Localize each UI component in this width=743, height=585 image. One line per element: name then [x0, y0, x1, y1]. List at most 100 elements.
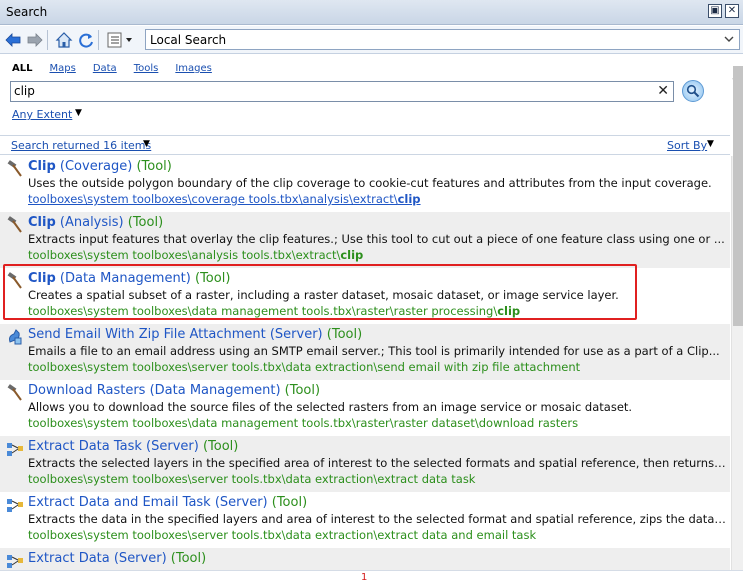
result-path[interactable]: toolboxes\system toolboxes\coverage tool… — [28, 192, 421, 206]
window-title: Search — [6, 5, 48, 19]
result-path-keyword: clip — [497, 304, 521, 318]
result-title-text: Extract Data and Email Task (Server) — [28, 495, 268, 510]
result-path: toolboxes\system toolboxes\analysis tool… — [28, 248, 363, 262]
result-title[interactable]: Clip (Coverage) (Tool) — [28, 159, 172, 174]
result-title-text: (Data Management) — [55, 271, 191, 286]
result-path-keyword: clip — [397, 192, 421, 206]
toolbar: Local Search — [0, 26, 743, 54]
result-type: (Tool) — [132, 159, 172, 174]
search-button[interactable] — [682, 80, 704, 102]
result-title-keyword: Clip — [28, 215, 56, 230]
footer: 1 — [0, 570, 743, 585]
result-title[interactable]: Download Rasters (Data Management) (Tool… — [28, 383, 320, 398]
scrollbar-thumb[interactable] — [733, 66, 743, 326]
search-tabs: ALL Maps Data Tools Images — [12, 63, 229, 74]
result-path: toolboxes\system toolboxes\server tools.… — [28, 472, 475, 486]
page-number: 1 — [361, 572, 368, 583]
results-count-link[interactable]: Search returned 16 items — [11, 139, 151, 152]
title-bar: Search ▣ ✕ — [0, 0, 743, 25]
server-tool-icon — [6, 328, 24, 346]
result-item[interactable]: Extract Data (Server) (Tool) — [0, 548, 730, 570]
result-item[interactable]: Extract Data Task (Server) (Tool) Extract… — [0, 436, 730, 492]
result-title[interactable]: Send Email With Zip File Attachment (Ser… — [28, 327, 362, 342]
result-item[interactable]: Send Email With Zip File Attachment (Ser… — [0, 324, 730, 380]
result-path-text: toolboxes\system toolboxes\server tools.… — [28, 360, 581, 374]
result-type: (Tool) — [280, 383, 321, 398]
chevron-down-icon — [723, 33, 735, 48]
refresh-icon[interactable] — [77, 31, 95, 49]
result-path-text: toolboxes\system toolboxes\data manageme… — [28, 304, 498, 318]
result-title[interactable]: Extract Data and Email Task (Server) (To… — [28, 495, 307, 510]
hammer-icon — [6, 216, 24, 234]
result-description: Creates a spatial subset of a raster, in… — [28, 288, 619, 302]
forward-arrow-icon[interactable] — [26, 31, 44, 49]
results-list: Clip (Coverage) (Tool) Uses the outside p… — [0, 156, 730, 570]
result-path-text: toolboxes\system toolboxes\analysis tool… — [28, 248, 341, 262]
result-title[interactable]: Clip (Analysis) (Tool) — [28, 215, 163, 230]
result-path-text: toolboxes\system toolboxes\server tools.… — [28, 472, 476, 486]
tab-data[interactable]: Data — [93, 63, 117, 74]
options-list-icon[interactable] — [106, 31, 136, 49]
hammer-icon — [6, 272, 24, 290]
hammer-icon — [6, 160, 24, 178]
extent-link[interactable]: Any Extent — [12, 108, 72, 121]
result-title-text: (Coverage) — [55, 159, 133, 174]
auto-hide-icon[interactable]: ▣ — [708, 4, 722, 18]
result-title[interactable]: Extract Data Task (Server) (Tool) — [28, 439, 238, 454]
result-description: Emails a file to an email address using … — [28, 344, 720, 358]
result-title-text: Extract Data Task (Server) — [28, 439, 199, 454]
result-item[interactable]: Clip (Coverage) (Tool) Uses the outside p… — [0, 156, 730, 212]
result-description: Uses the outside polygon boundary of the… — [28, 176, 712, 190]
extent-dropdown-icon[interactable]: ▼ — [75, 108, 82, 118]
result-title-text: (Analysis) — [55, 215, 124, 230]
result-description: Allows you to download the source files … — [28, 400, 633, 414]
result-title-text: Send Email With Zip File Attachment (Ser… — [28, 327, 323, 342]
back-arrow-icon[interactable] — [4, 31, 22, 49]
vertical-scrollbar[interactable] — [731, 66, 743, 570]
result-type: (Tool) — [322, 327, 363, 342]
result-item[interactable]: Download Rasters (Data Management) (Tool… — [0, 380, 730, 436]
tab-images[interactable]: Images — [175, 63, 212, 74]
result-path: toolboxes\system toolboxes\server tools.… — [28, 528, 536, 542]
result-title[interactable]: Clip (Data Management) (Tool) — [28, 271, 230, 286]
result-title-keyword: Clip — [28, 159, 56, 174]
search-panel: ALL Maps Data Tools Images ▲ clip ✕ Any … — [0, 55, 743, 135]
model-icon — [6, 496, 24, 514]
result-description: Extracts input features that overlay the… — [28, 232, 725, 246]
result-description: Extracts the selected layers in the spec… — [28, 456, 726, 470]
search-input-value: clip — [14, 84, 35, 98]
result-type: (Tool) — [166, 551, 207, 566]
result-type: (Tool) — [198, 439, 239, 454]
result-description: Extracts the data in the specified layer… — [28, 512, 726, 526]
result-item[interactable]: Clip (Analysis) (Tool) Extracts input fea… — [0, 212, 730, 268]
result-path-keyword: clip — [340, 248, 364, 262]
tab-maps[interactable]: Maps — [49, 63, 75, 74]
model-icon — [6, 440, 24, 458]
close-icon[interactable]: ✕ — [725, 4, 739, 18]
result-item[interactable]: Extract Data and Email Task (Server) (To… — [0, 492, 730, 548]
result-path: toolboxes\system toolboxes\data manageme… — [28, 304, 520, 318]
sort-by-dropdown-icon[interactable]: ▼ — [707, 139, 714, 149]
result-type: (Tool) — [123, 215, 164, 230]
tab-tools[interactable]: Tools — [134, 63, 159, 74]
result-item[interactable]: Clip (Data Management) (Tool) Creates a s… — [0, 268, 730, 324]
result-title-text: Download Rasters (Data Management) — [28, 383, 281, 398]
result-path: toolboxes\system toolboxes\data manageme… — [28, 416, 578, 430]
result-path-text: toolboxes\system toolboxes\data manageme… — [28, 416, 579, 430]
tab-all[interactable]: ALL — [12, 63, 32, 74]
result-path: toolboxes\system toolboxes\server tools.… — [28, 360, 580, 374]
results-count-dropdown-icon[interactable]: ▼ — [143, 139, 150, 149]
search-location-value: Local Search — [150, 32, 227, 47]
clear-icon[interactable]: ✕ — [657, 82, 669, 101]
home-icon[interactable] — [55, 31, 73, 49]
result-title[interactable]: Extract Data (Server) (Tool) — [28, 551, 206, 566]
search-location-dropdown[interactable]: Local Search — [145, 29, 740, 50]
search-input[interactable]: clip ✕ — [10, 81, 674, 102]
hammer-icon — [6, 384, 24, 402]
sort-by-link[interactable]: Sort By — [667, 139, 707, 152]
result-path-text: toolboxes\system toolboxes\server tools.… — [28, 528, 537, 542]
magnifier-icon — [686, 84, 700, 98]
result-path-text: toolboxes\system toolboxes\coverage tool… — [28, 192, 398, 206]
model-icon — [6, 552, 24, 570]
results-header: Search returned 16 items ▼ Sort By ▼ — [0, 135, 730, 155]
